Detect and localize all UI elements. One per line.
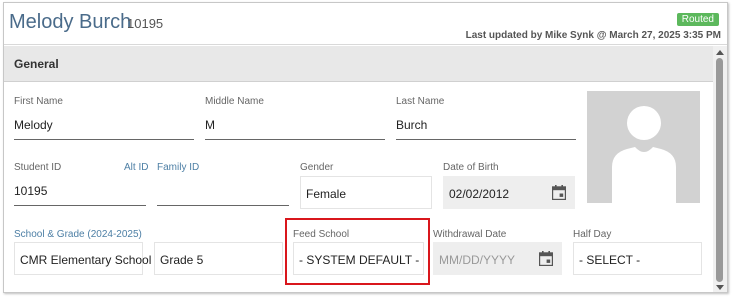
first-name-label: First Name <box>14 96 63 107</box>
section-header[interactable]: General <box>4 46 713 82</box>
student-record-window: Melody Burch 10195 Routed Last updated b… <box>3 2 728 293</box>
gender-label: Gender <box>300 162 334 173</box>
dob-value: 02/02/2012 <box>449 187 510 201</box>
scroll-up-arrow-icon[interactable] <box>716 50 724 55</box>
calendar-icon[interactable] <box>539 251 553 266</box>
student-id-heading: 10195 <box>127 16 164 31</box>
withdrawal-date-placeholder: MM/DD/YYYY <box>439 253 516 267</box>
record-header: Melody Burch 10195 Routed Last updated b… <box>4 3 727 45</box>
student-photo[interactable] <box>587 91 700 203</box>
vertical-scrollbar[interactable] <box>713 46 727 292</box>
gender-select[interactable]: Female <box>300 176 432 209</box>
first-name-field[interactable]: Melody <box>14 110 194 140</box>
middle-name-field[interactable]: M <box>205 110 385 140</box>
school-select[interactable]: CMR Elementary School <box>14 242 151 275</box>
first-name-value: Melody <box>14 118 53 132</box>
last-name-label: Last Name <box>396 96 445 107</box>
student-name: Melody Burch <box>9 11 132 33</box>
half-day-value: - SELECT - <box>579 253 641 267</box>
grade-select[interactable]: Grade 5 <box>154 242 283 275</box>
half-day-select[interactable]: - SELECT - <box>573 242 702 275</box>
student-id-label: Student ID <box>14 162 62 173</box>
person-silhouette-icon <box>612 106 676 203</box>
dob-field[interactable]: 02/02/2012 <box>443 176 575 209</box>
middle-name-value: M <box>205 118 215 132</box>
dob-label: Date of Birth <box>443 162 499 173</box>
family-id-label: Family ID <box>157 162 200 173</box>
general-section: General First Name Melody Middle Name M … <box>4 46 713 292</box>
scroll-down-arrow-icon[interactable] <box>716 285 724 290</box>
alt-id-link[interactable]: Alt ID <box>124 162 148 173</box>
section-title: General <box>14 57 59 71</box>
half-day-label: Half Day <box>573 229 612 240</box>
withdrawal-date-label: Withdrawal Date <box>433 229 507 240</box>
last-name-field[interactable]: Burch <box>396 110 576 140</box>
last-updated-text: Last updated by Mike Synk @ March 27, 20… <box>465 30 721 41</box>
family-id-field[interactable] <box>157 176 289 206</box>
school-value: CMR Elementary School <box>20 253 152 267</box>
middle-name-label: Middle Name <box>205 96 264 107</box>
student-id-value: 10195 <box>14 184 48 198</box>
withdrawal-date-field[interactable]: MM/DD/YYYY <box>433 242 562 275</box>
scroll-thumb[interactable] <box>716 58 723 282</box>
gender-value: Female <box>306 187 347 201</box>
grade-value: Grade 5 <box>160 253 204 267</box>
feed-school-highlight <box>285 218 430 285</box>
last-name-value: Burch <box>396 118 428 132</box>
status-badge: Routed <box>676 13 719 26</box>
calendar-icon[interactable] <box>552 185 566 200</box>
student-id-field[interactable]: 10195 <box>14 176 146 206</box>
school-grade-label: School & Grade (2024-2025) <box>14 229 142 240</box>
